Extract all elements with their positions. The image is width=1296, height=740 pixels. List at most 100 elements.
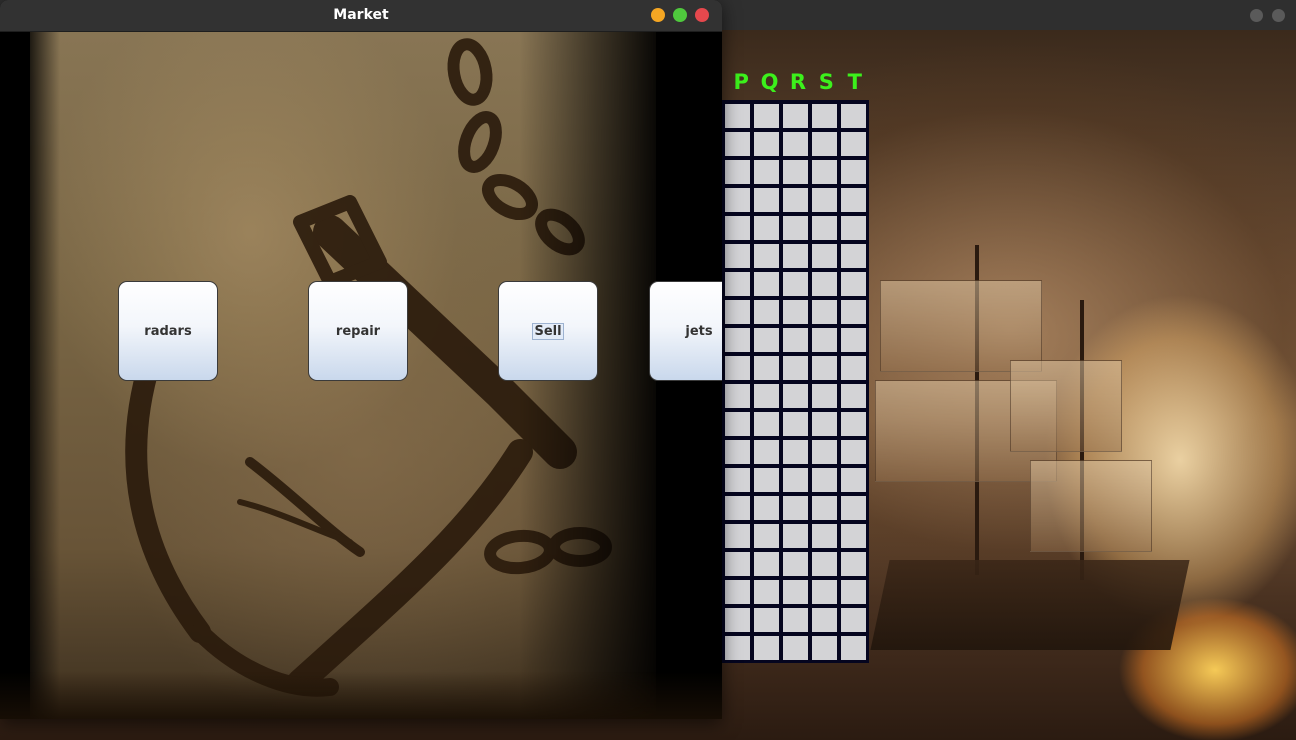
grid-cell[interactable]: [812, 160, 837, 184]
grid-cell[interactable]: [783, 524, 808, 548]
grid-cell[interactable]: [754, 188, 779, 212]
grid-cell[interactable]: [812, 188, 837, 212]
grid-cell[interactable]: [812, 524, 837, 548]
grid-cell[interactable]: [783, 468, 808, 492]
grid-cell[interactable]: [754, 468, 779, 492]
grid-cell[interactable]: [725, 608, 750, 632]
grid-cell[interactable]: [812, 608, 837, 632]
grid-cell[interactable]: [725, 636, 750, 660]
grid-cell[interactable]: [841, 608, 866, 632]
grid-cell[interactable]: [841, 104, 866, 128]
grid-cell[interactable]: [841, 580, 866, 604]
grid-cell[interactable]: [841, 272, 866, 296]
grid-cell[interactable]: [841, 188, 866, 212]
grid-cell[interactable]: [725, 132, 750, 156]
grid-cell[interactable]: [783, 636, 808, 660]
grid-cell[interactable]: [812, 300, 837, 324]
grid-cell[interactable]: [841, 356, 866, 380]
grid-cell[interactable]: [725, 552, 750, 576]
grid-cell[interactable]: [783, 496, 808, 520]
close-icon[interactable]: [1272, 9, 1285, 22]
grid-cell[interactable]: [783, 552, 808, 576]
grid-cell[interactable]: [725, 440, 750, 464]
grid-cell[interactable]: [841, 496, 866, 520]
grid-cell[interactable]: [754, 216, 779, 240]
grid-cell[interactable]: [841, 636, 866, 660]
grid-cell[interactable]: [812, 440, 837, 464]
grid-cell[interactable]: [783, 384, 808, 408]
grid-cell[interactable]: [754, 328, 779, 352]
grid-cell[interactable]: [754, 300, 779, 324]
grid-cell[interactable]: [841, 412, 866, 436]
grid-cell[interactable]: [783, 328, 808, 352]
minimize-icon[interactable]: [651, 8, 665, 22]
grid-cell[interactable]: [812, 496, 837, 520]
repair-button[interactable]: repair: [308, 281, 408, 381]
grid-cell[interactable]: [725, 104, 750, 128]
grid-cell[interactable]: [754, 580, 779, 604]
grid-cell[interactable]: [754, 132, 779, 156]
grid-cell[interactable]: [754, 104, 779, 128]
grid-cell[interactable]: [812, 636, 837, 660]
grid-cell[interactable]: [754, 384, 779, 408]
grid-cell[interactable]: [783, 132, 808, 156]
grid-cell[interactable]: [725, 580, 750, 604]
grid-cell[interactable]: [783, 216, 808, 240]
grid-cell[interactable]: [754, 160, 779, 184]
grid-cell[interactable]: [841, 384, 866, 408]
grid-cell[interactable]: [725, 272, 750, 296]
grid-cell[interactable]: [754, 440, 779, 464]
grid-cell[interactable]: [725, 216, 750, 240]
grid-cell[interactable]: [754, 244, 779, 268]
grid-cell[interactable]: [812, 580, 837, 604]
grid-cell[interactable]: [754, 636, 779, 660]
grid-cell[interactable]: [783, 244, 808, 268]
grid-cell[interactable]: [754, 496, 779, 520]
grid-cell[interactable]: [725, 524, 750, 548]
grid-cell[interactable]: [754, 552, 779, 576]
minimize-icon[interactable]: [1250, 9, 1263, 22]
grid-cell[interactable]: [812, 552, 837, 576]
close-icon[interactable]: [695, 8, 709, 22]
grid-cell[interactable]: [783, 440, 808, 464]
grid-cell[interactable]: [725, 244, 750, 268]
grid-cell[interactable]: [812, 132, 837, 156]
grid-cell[interactable]: [754, 524, 779, 548]
grid-cell[interactable]: [812, 272, 837, 296]
grid-cell[interactable]: [783, 412, 808, 436]
grid-cell[interactable]: [783, 580, 808, 604]
grid-cell[interactable]: [725, 412, 750, 436]
grid-cell[interactable]: [783, 160, 808, 184]
grid-cell[interactable]: [841, 440, 866, 464]
grid-cell[interactable]: [754, 272, 779, 296]
grid-cell[interactable]: [783, 608, 808, 632]
grid-cell[interactable]: [725, 496, 750, 520]
grid-cell[interactable]: [812, 216, 837, 240]
grid-cell[interactable]: [725, 188, 750, 212]
grid-cell[interactable]: [841, 216, 866, 240]
grid-cell[interactable]: [725, 384, 750, 408]
grid-cell[interactable]: [783, 188, 808, 212]
grid-cell[interactable]: [841, 300, 866, 324]
grid-cell[interactable]: [841, 328, 866, 352]
grid-cell[interactable]: [812, 412, 837, 436]
grid-cell[interactable]: [812, 384, 837, 408]
jets-button[interactable]: jets: [649, 281, 722, 381]
grid-cell[interactable]: [783, 300, 808, 324]
grid-cell[interactable]: [783, 104, 808, 128]
grid-cell[interactable]: [725, 328, 750, 352]
grid-cell[interactable]: [841, 244, 866, 268]
grid-cell[interactable]: [725, 468, 750, 492]
grid-cell[interactable]: [812, 244, 837, 268]
maximize-icon[interactable]: [673, 8, 687, 22]
grid-cell[interactable]: [841, 524, 866, 548]
grid-cell[interactable]: [841, 160, 866, 184]
grid-cell[interactable]: [754, 412, 779, 436]
radars-button[interactable]: radars: [118, 281, 218, 381]
grid-cell[interactable]: [754, 356, 779, 380]
grid-cell[interactable]: [812, 104, 837, 128]
market-window-titlebar[interactable]: Market: [0, 0, 722, 32]
grid-cell[interactable]: [841, 552, 866, 576]
sell-button[interactable]: Sell: [498, 281, 598, 381]
grid-cell[interactable]: [783, 356, 808, 380]
